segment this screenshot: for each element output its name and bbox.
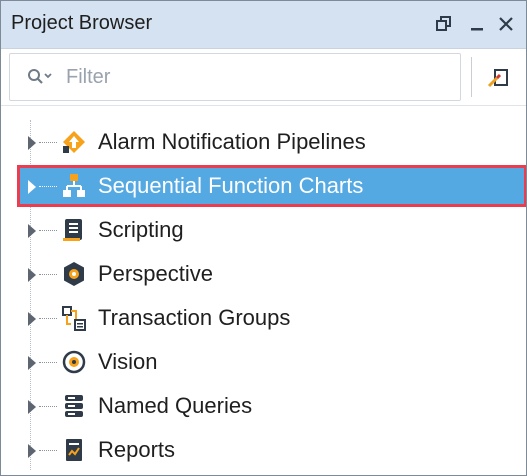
expand-arrow-icon[interactable] bbox=[28, 444, 36, 458]
tree-item-sequential-function-charts[interactable]: Sequential Function Charts bbox=[1, 164, 526, 208]
vision-icon bbox=[60, 348, 88, 376]
tree-item-label: Scripting bbox=[98, 217, 184, 242]
tree-item-scripting[interactable]: Scripting bbox=[1, 208, 526, 252]
tree-item-label: Reports bbox=[98, 437, 176, 462]
expand-arrow-icon[interactable] bbox=[28, 224, 36, 238]
search-row bbox=[1, 49, 526, 105]
tree-connector bbox=[39, 406, 57, 407]
tree-item-vision[interactable]: Vision bbox=[1, 340, 526, 384]
alarm-pipeline-icon bbox=[60, 128, 88, 156]
expand-arrow-icon[interactable] bbox=[28, 400, 36, 414]
filter-box[interactable] bbox=[9, 53, 461, 101]
tree-item-perspective[interactable]: Perspective bbox=[1, 252, 526, 296]
tree-item-label: Transaction Groups bbox=[98, 305, 291, 330]
toolbar-divider bbox=[1, 105, 526, 106]
tree-item-label: Perspective bbox=[98, 261, 213, 286]
close-icon[interactable] bbox=[491, 9, 521, 39]
tree-item-label: Sequential Function Charts bbox=[98, 173, 364, 198]
tree-connector bbox=[39, 230, 57, 231]
reports-icon bbox=[60, 436, 88, 464]
tree-item-label: Vision bbox=[98, 349, 158, 374]
tree-connector bbox=[39, 274, 57, 275]
expand-arrow-icon[interactable] bbox=[28, 180, 36, 194]
tree-connector bbox=[39, 450, 57, 451]
transaction-groups-icon bbox=[60, 304, 88, 332]
tree-item-transaction-groups[interactable]: Transaction Groups bbox=[1, 296, 526, 340]
expand-arrow-icon[interactable] bbox=[28, 136, 36, 150]
project-tree: Alarm Notification Pipelines Sequential … bbox=[1, 120, 526, 470]
expand-arrow-icon[interactable] bbox=[28, 268, 36, 282]
filter-input[interactable] bbox=[64, 60, 448, 94]
tree-connector bbox=[39, 318, 57, 319]
title-bar: Project Browser bbox=[1, 1, 526, 49]
expand-arrow-icon[interactable] bbox=[28, 312, 36, 326]
perspective-icon bbox=[60, 260, 88, 288]
tree-item-reports[interactable]: Reports bbox=[1, 428, 526, 472]
sfc-icon bbox=[60, 172, 88, 200]
search-icon bbox=[27, 68, 53, 86]
tree-item-label: Alarm Notification Pipelines bbox=[98, 129, 366, 154]
scripting-icon bbox=[60, 216, 88, 244]
tree-connector bbox=[39, 362, 57, 363]
named-queries-icon bbox=[60, 392, 88, 420]
project-browser-panel: Project Browser Filter Alarm Notificatio… bbox=[0, 0, 527, 476]
tree-connector bbox=[39, 142, 57, 143]
toolbar-separator bbox=[471, 57, 472, 97]
panel-title: Project Browser bbox=[11, 12, 153, 34]
tree-connector bbox=[39, 186, 57, 187]
restore-icon[interactable] bbox=[429, 9, 459, 39]
tree-item-named-queries[interactable]: Named Queries bbox=[1, 384, 526, 428]
expand-arrow-icon[interactable] bbox=[28, 356, 36, 370]
tree-item-alarm-notification-pipelines[interactable]: Alarm Notification Pipelines bbox=[1, 120, 526, 164]
minimize-icon[interactable] bbox=[462, 9, 492, 39]
edit-icon[interactable] bbox=[481, 61, 515, 93]
tree-item-label: Named Queries bbox=[98, 393, 253, 418]
